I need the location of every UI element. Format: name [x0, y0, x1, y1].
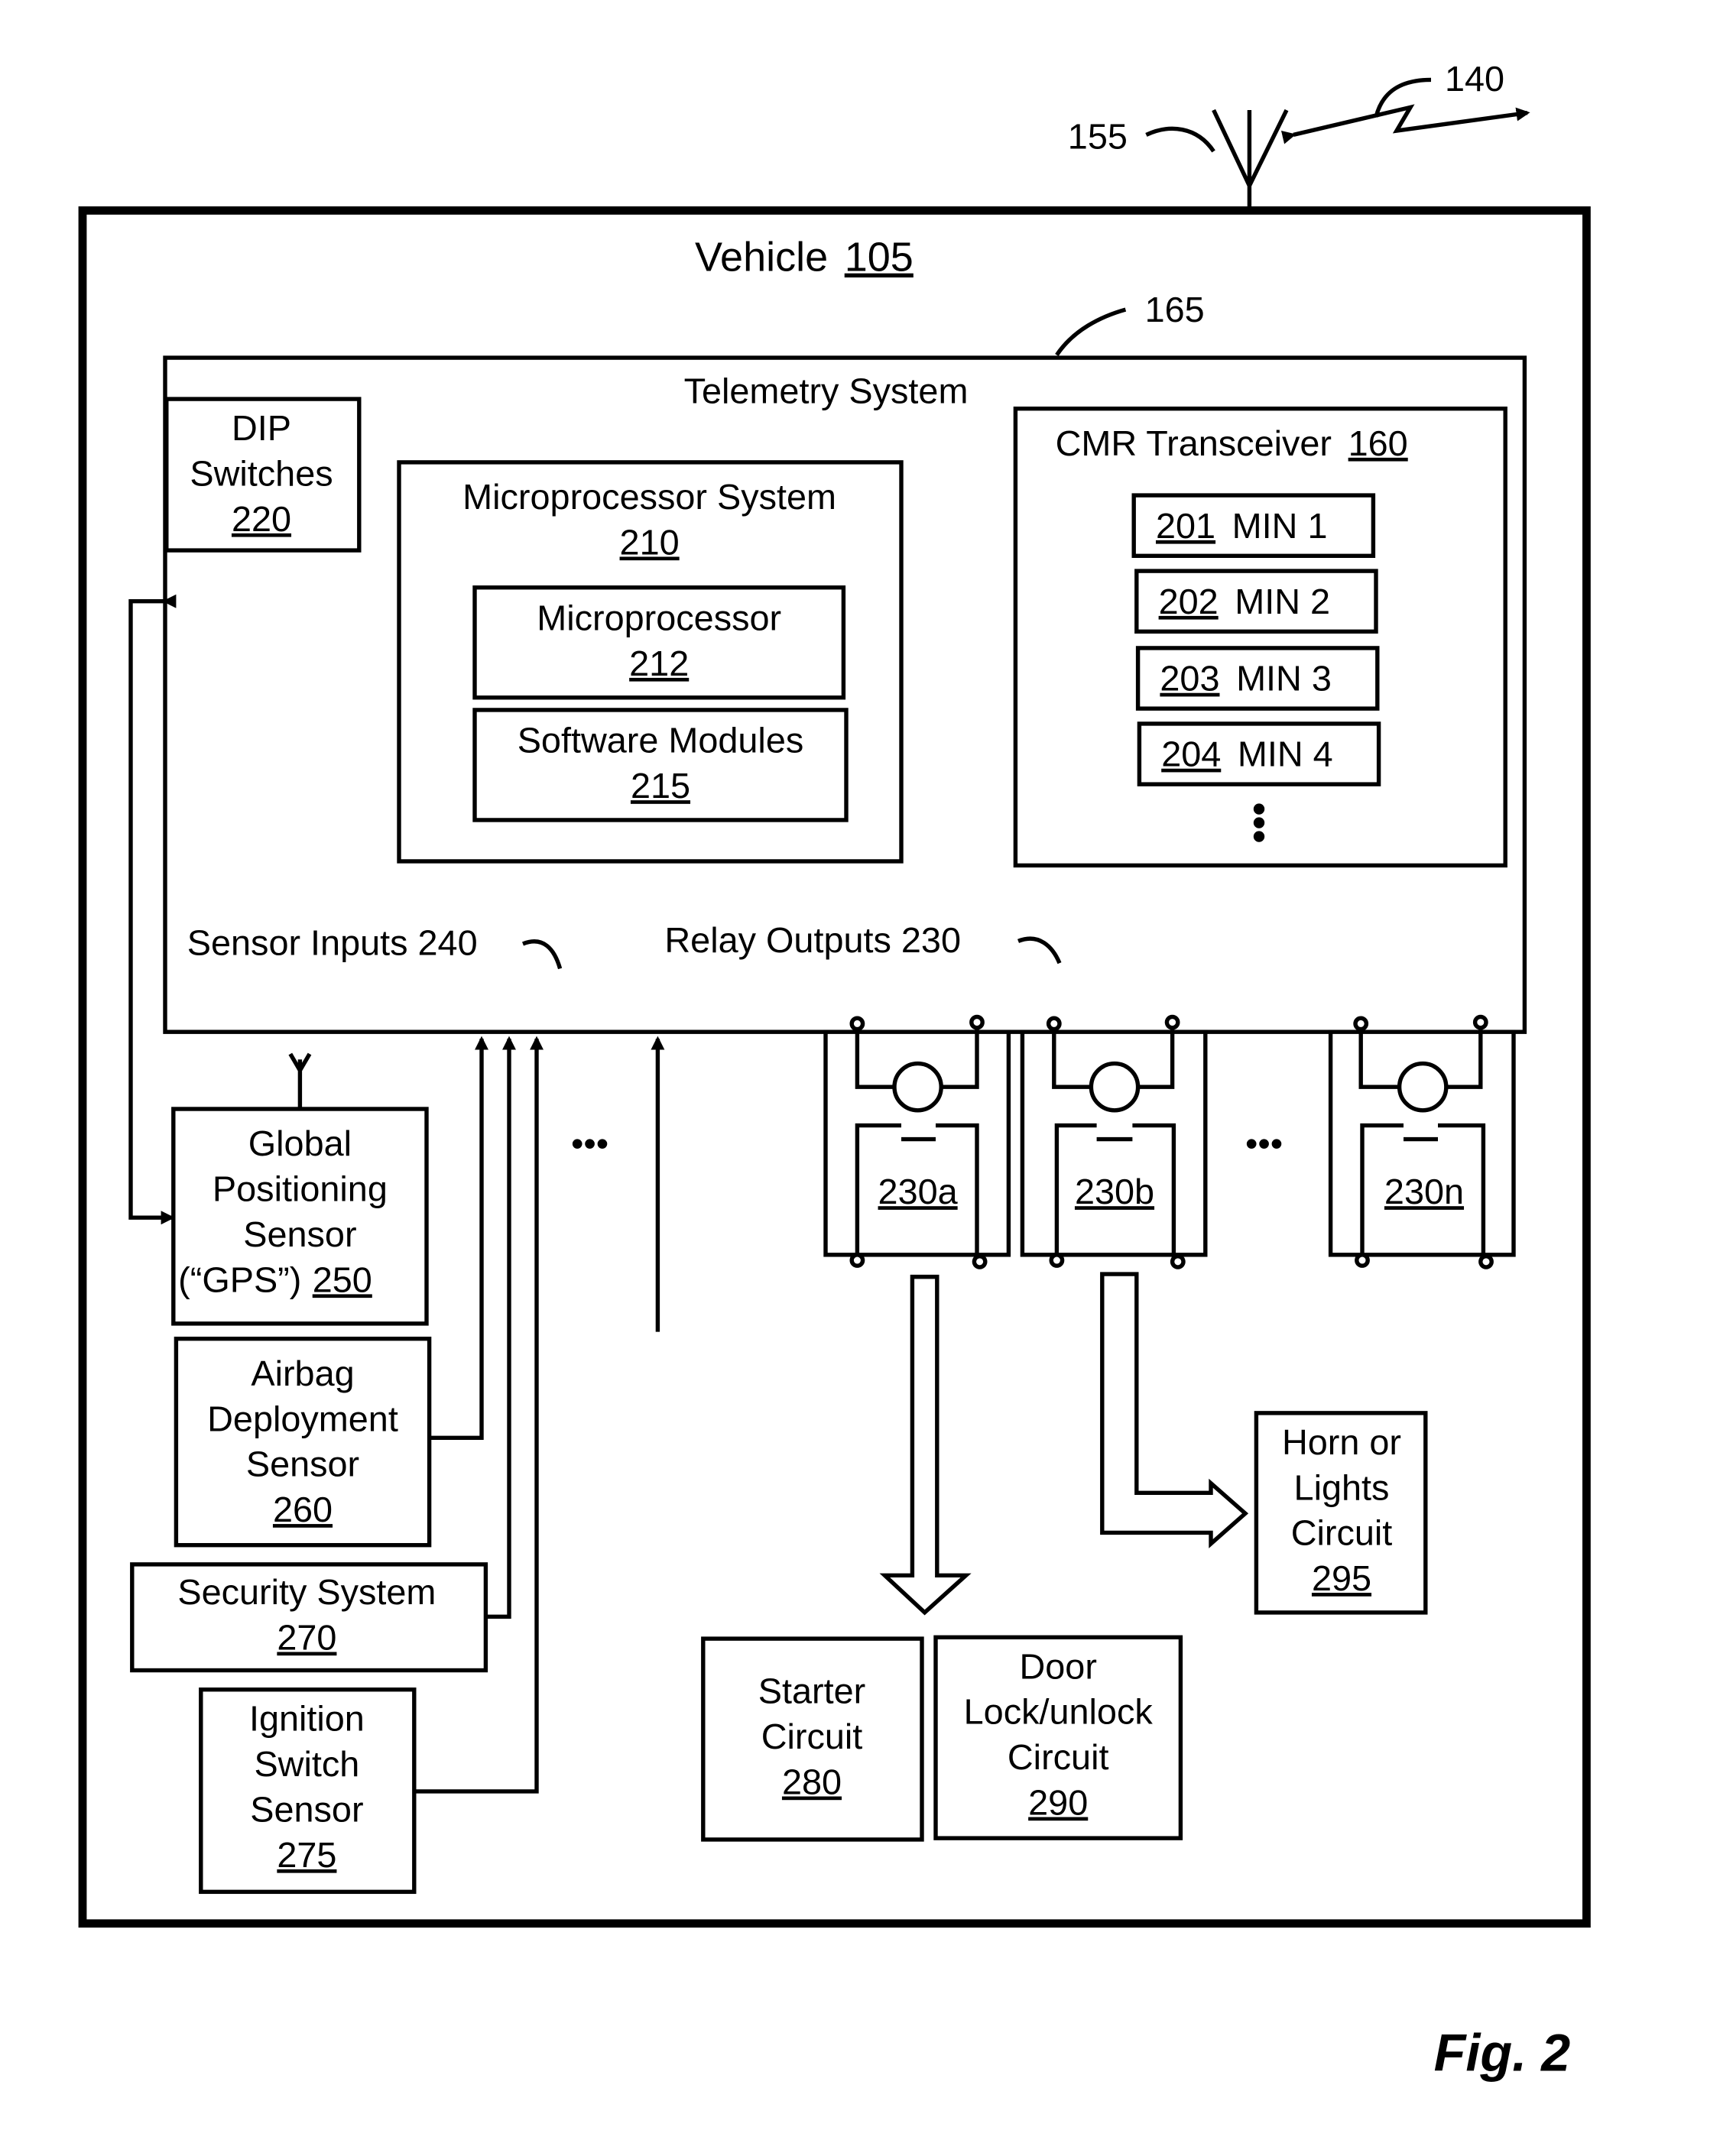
relay-outputs-label: Relay Outputs 230	[664, 920, 961, 960]
relay-230n: 230n	[1328, 1014, 1516, 1269]
relay-label: 230a	[878, 1172, 959, 1211]
vertical-ellipsis-icon	[1253, 803, 1265, 842]
min-label: 201 MIN 1	[1156, 506, 1327, 546]
sensor-inputs-label: Sensor Inputs 240	[187, 922, 478, 962]
relay-230a: 230a	[823, 1014, 1011, 1269]
cmr-transceiver-box	[1013, 406, 1507, 868]
relay-label: 230b	[1075, 1172, 1154, 1211]
relay-230b: 230b	[1020, 1014, 1208, 1269]
min-label: 204 MIN 4	[1161, 734, 1332, 774]
cmr-transceiver-label: CMR Transceiver 160	[1056, 423, 1408, 463]
sensor-ellipsis: •••	[571, 1123, 608, 1163]
telemetry-ref: 165	[1145, 290, 1205, 329]
vehicle-title: Vehicle 105	[695, 235, 914, 280]
wireless-link-ref: 140	[1445, 59, 1504, 99]
min-label: 203 MIN 3	[1160, 659, 1331, 699]
min-label: 202 MIN 2	[1159, 582, 1330, 621]
telemetry-title: Telemetry System	[684, 371, 969, 410]
antenna-ref: 155	[1068, 116, 1128, 156]
relay-label: 230n	[1384, 1172, 1464, 1211]
vehicle-telemetry-diagram: 155 140 Vehicle 105 165 Telemetry System …	[78, 59, 1591, 2082]
antenna-ref-leader	[1145, 126, 1215, 153]
relay-ellipsis: •••	[1245, 1123, 1283, 1163]
figure-label: Fig. 2	[1434, 2024, 1571, 2082]
